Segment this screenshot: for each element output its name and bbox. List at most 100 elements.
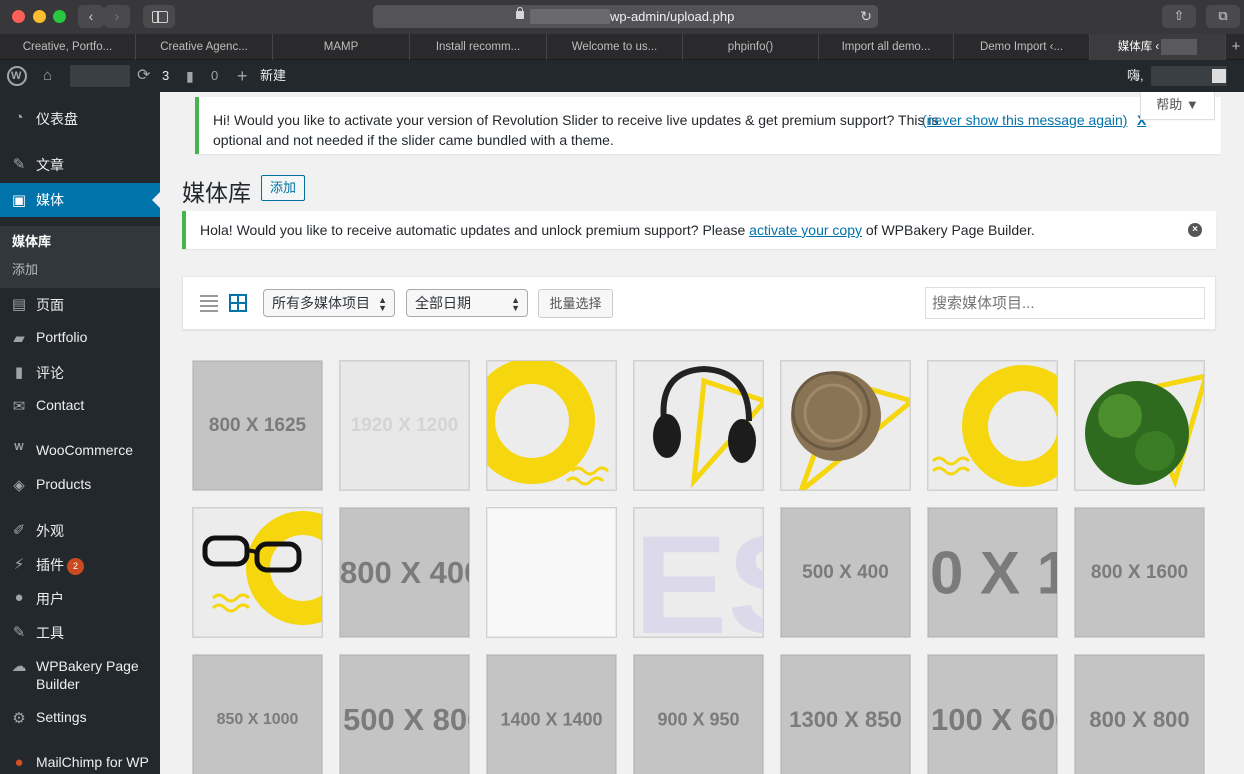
media-item[interactable] <box>486 507 617 638</box>
updates-count[interactable]: 3 <box>162 60 169 92</box>
menu-item-plugins[interactable]: ⚡ 插件 2 <box>0 555 160 577</box>
media-item[interactable] <box>927 360 1058 491</box>
media-item[interactable]: 0 X 1 <box>927 507 1058 638</box>
search-input[interactable] <box>925 287 1205 319</box>
media-item[interactable]: 500 X 400 <box>780 507 911 638</box>
headphones-image <box>653 365 763 489</box>
address-bar[interactable]: wp-admin/upload.php ↻ <box>373 5 878 28</box>
media-item[interactable] <box>633 360 764 491</box>
browser-tab-active[interactable]: 媒体库 ‹ <box>1090 34 1226 60</box>
media-item[interactable]: 1920 X 1200 <box>339 360 470 491</box>
menu-item-woocommerce[interactable]: W WooCommerce <box>0 442 160 464</box>
home-icon[interactable]: ⌂ <box>43 68 59 84</box>
menu-label: Settings <box>36 709 87 725</box>
wpbakery-notice-text: Hola! Would you like to receive automati… <box>200 211 1035 249</box>
media-type-filter[interactable]: 所有多媒体项目 ▲ ▼ <box>263 289 395 317</box>
menu-item-appearance[interactable]: ✐ 外观 <box>0 521 160 543</box>
back-button[interactable]: ‹ <box>78 5 104 28</box>
reload-icon[interactable]: ↻ <box>860 5 872 28</box>
updates-icon[interactable]: ⟳ <box>137 60 150 92</box>
media-item[interactable]: 500 X 800 <box>339 654 470 774</box>
media-icon: ▣ <box>11 192 27 209</box>
sidebar-toggle-icon[interactable] <box>143 5 175 28</box>
lock-icon <box>516 7 524 19</box>
activate-copy-link[interactable]: activate your copy <box>749 222 862 238</box>
help-tab-button[interactable]: 帮助 ▼ <box>1140 92 1215 120</box>
page-title: 媒体库 <box>182 180 251 206</box>
media-item[interactable]: 100 X 600 <box>927 654 1058 774</box>
menu-item-mailchimp[interactable]: ● MailChimp for WP <box>0 754 160 774</box>
add-new-button[interactable]: 添加 <box>261 175 305 201</box>
menu-item-comments[interactable]: ▮ 评论 <box>0 363 160 385</box>
media-item[interactable]: ES <box>633 507 764 638</box>
browser-tab[interactable]: Welcome to us... <box>547 34 683 60</box>
media-item[interactable] <box>1074 360 1205 491</box>
avatar[interactable] <box>1212 69 1226 83</box>
browser-tab[interactable]: Demo Import ‹... <box>954 34 1090 60</box>
new-content-link[interactable]: 新建 <box>260 60 286 92</box>
media-item[interactable]: 900 X 950 <box>633 654 764 774</box>
plugins-label: 插件 <box>36 557 64 573</box>
plus-icon[interactable]: + <box>237 60 248 92</box>
placeholder-label: 900 X 950 <box>657 709 740 729</box>
browser-tab[interactable]: Creative Agenc... <box>136 34 273 60</box>
menu-item-contact[interactable]: ✉ Contact <box>0 397 160 419</box>
menu-item-posts[interactable]: ✎ 文章 <box>0 155 160 177</box>
comment-icon[interactable]: ▮ <box>186 60 194 92</box>
media-item[interactable]: 800 X 400 <box>339 507 470 638</box>
media-item[interactable]: 800 X 1625 <box>192 360 323 491</box>
close-window-button[interactable] <box>12 10 25 23</box>
menu-item-media[interactable]: ▣ 媒体 <box>0 183 160 217</box>
browser-tab[interactable]: Import all demo... <box>819 34 954 60</box>
minimize-window-button[interactable] <box>33 10 46 23</box>
menu-item-portfolio[interactable]: ▰ Portfolio <box>0 329 160 351</box>
submenu-media-add[interactable]: 添加 <box>12 259 38 278</box>
close-icon[interactable]: × <box>1188 223 1202 237</box>
browser-tab[interactable]: Creative, Portfo... <box>0 34 136 60</box>
share-icon[interactable]: ⇧ <box>1162 5 1196 28</box>
media-item[interactable]: 1400 X 1400 <box>486 654 617 774</box>
never-show-link[interactable]: (never show this message again) <box>922 111 1127 130</box>
wrench-icon: ✎ <box>12 624 26 641</box>
menu-label: Products <box>36 476 92 492</box>
menu-item-tools[interactable]: ✎ 工具 <box>0 623 160 645</box>
main-content: Hi! Would you like to activate your vers… <box>160 92 1236 774</box>
media-item[interactable] <box>780 360 911 491</box>
browser-toolbar: ‹ › wp-admin/upload.php ↻ ⇧ ⧉ <box>0 0 1244 34</box>
media-item[interactable]: 1300 X 850 <box>780 654 911 774</box>
comments-count[interactable]: 0 <box>211 60 218 92</box>
menu-item-wpbakery[interactable]: ☁ WPBakery Page Builder <box>0 657 160 697</box>
menu-label: Contact <box>36 397 85 413</box>
browser-tab[interactable]: Install recomm... <box>410 34 547 60</box>
new-tab-icon[interactable]: + <box>1228 34 1244 60</box>
media-item[interactable]: 800 X 1600 <box>1074 507 1205 638</box>
menu-item-settings[interactable]: ⚙ Settings <box>0 709 160 731</box>
browser-tab-label: 媒体库 ‹ <box>1117 41 1160 53</box>
site-name-redacted[interactable] <box>70 65 130 87</box>
browser-tab[interactable]: phpinfo() <box>683 34 819 60</box>
greeting-text[interactable]: 嗨, <box>1127 60 1144 92</box>
placeholder-label: 500 X 400 <box>802 561 889 583</box>
tab-overview-icon[interactable]: ⧉ <box>1206 5 1240 28</box>
forward-button[interactable]: › <box>104 5 130 28</box>
green-plant-image <box>1085 373 1204 489</box>
media-item[interactable] <box>486 360 617 491</box>
grid-view-icon[interactable] <box>229 294 247 312</box>
media-item[interactable]: 850 X 1000 <box>192 654 323 774</box>
media-item[interactable]: 800 X 800 <box>1074 654 1205 774</box>
menu-item-dashboard[interactable]: ◔ 仪表盘 <box>0 109 160 131</box>
browser-tab[interactable]: MAMP <box>273 34 410 60</box>
date-filter[interactable]: 全部日期 ▲ ▼ <box>406 289 528 317</box>
placeholder-label: 1400 X 1400 <box>500 709 603 729</box>
page-icon: ▤ <box>11 296 27 313</box>
media-item[interactable] <box>192 507 323 638</box>
list-view-icon[interactable] <box>200 294 218 312</box>
menu-item-pages[interactable]: ▤ 页面 <box>0 295 160 317</box>
menu-item-users[interactable]: ● 用户 <box>0 589 160 611</box>
submenu-media-library[interactable]: 媒体库 <box>12 231 51 250</box>
mail-icon: ✉ <box>12 398 26 415</box>
menu-item-products[interactable]: ◈ Products <box>0 476 160 498</box>
bulk-select-button[interactable]: 批量选择 <box>538 289 613 318</box>
wordpress-logo-icon[interactable] <box>7 66 27 86</box>
fullscreen-window-button[interactable] <box>53 10 66 23</box>
